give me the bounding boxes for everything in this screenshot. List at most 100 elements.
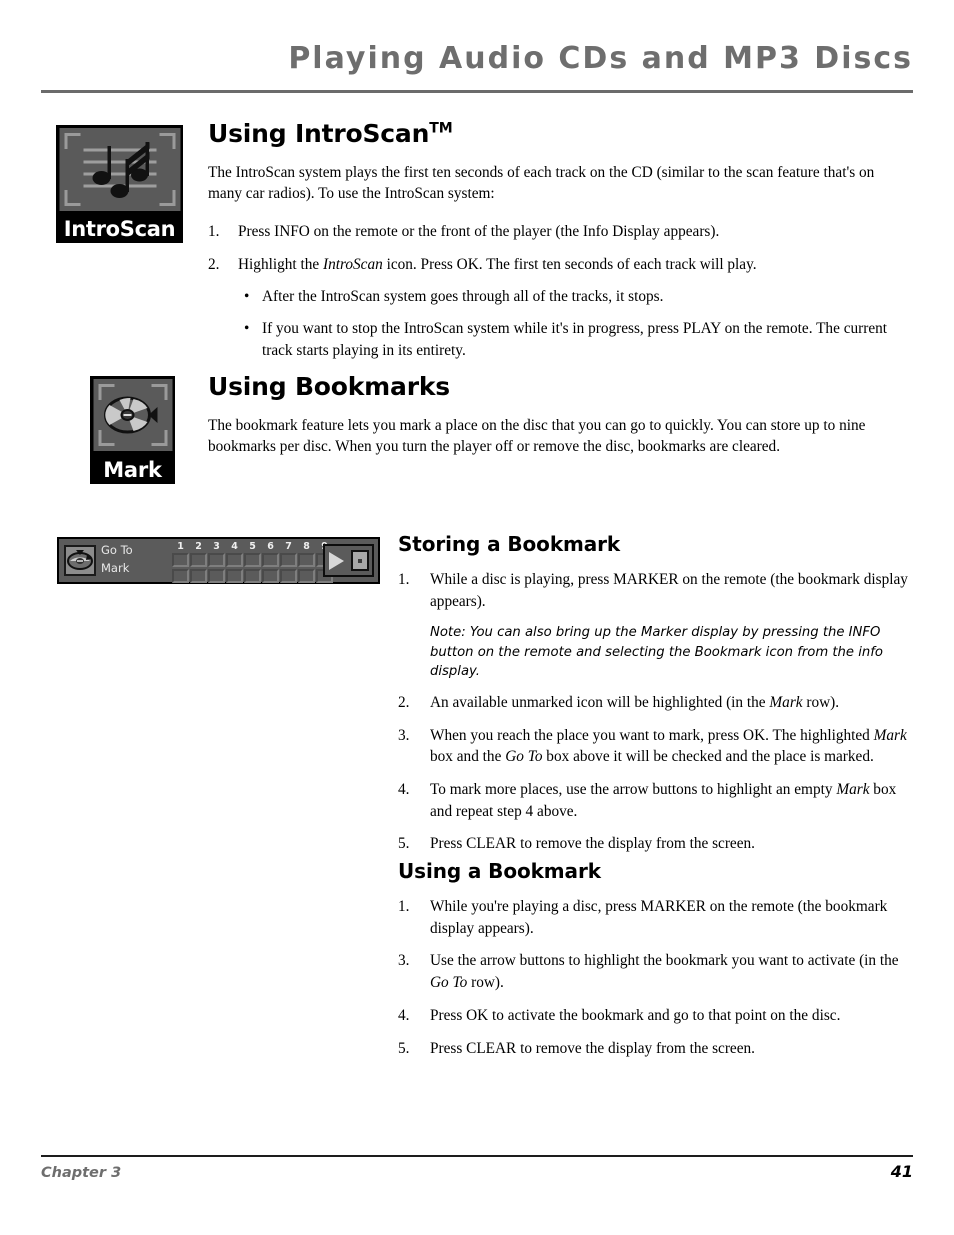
header-divider [41,90,913,93]
step-number: 1. [398,571,410,588]
osd-mark-cell[interactable] [298,569,315,583]
list-item: • If you want to stop the IntroScan syst… [244,318,908,361]
stop-icon[interactable] [350,550,369,571]
introscan-icon-figure: IntroScan [56,125,183,243]
page-header-title: Playing Audio CDs and MP3 Discs [288,41,913,76]
list-item: 4. To mark more places, use the arrow bu… [398,779,910,822]
step-text: An available unmarked icon will be highl… [430,692,910,714]
introscan-heading: Using IntroScanTM [208,120,908,148]
osd-row-labels: Go To Mark [101,542,133,578]
step-text: To mark more places, use the arrow butto… [430,779,910,822]
bullet-text: If you want to stop the IntroScan system… [262,320,888,359]
osd-mark-cell[interactable] [280,569,297,583]
step-text: While a disc is playing, press MARKER on… [430,571,908,610]
osd-goto-label: Go To [101,543,133,557]
step-number: 5. [398,1039,410,1057]
osd-number-row: 1 2 3 4 5 6 7 8 9 [172,541,334,552]
using-steps-list: 1. While you're playing a disc, press MA… [398,896,910,1059]
step-emphasis: IntroScan [322,255,383,273]
list-item: 1. While you're playing a disc, press MA… [398,896,910,939]
osd-number: 6 [267,541,274,552]
step-text-before: When you reach the place you want to mar… [430,726,874,744]
osd-goto-cell[interactable] [280,553,297,567]
footer-page-number: 41 [890,1162,913,1181]
osd-goto-cell[interactable] [298,553,315,567]
bookmark-osd-figure: Go To Mark 1 2 3 4 5 6 7 8 9 [57,537,380,584]
music-notes-icon [83,142,156,198]
osd-mark-cell[interactable] [226,569,243,583]
introscan-icon: IntroScan [56,125,183,243]
step-text-after: icon. Press OK. The first ten seconds of… [382,255,757,273]
step-number: 2. [208,255,220,273]
osd-goto-row [172,553,334,567]
introscan-icon-label: IntroScan [63,217,176,241]
mark-icon-label: Mark [103,458,162,482]
osd-mark-label: Mark [101,560,130,575]
mark-icon: Mark [90,376,175,484]
osd-disc-icon [64,545,96,576]
list-item: 1. Press INFO on the remote or the front… [208,221,908,243]
osd-number: 2 [195,541,202,552]
osd-number: 3 [213,541,220,552]
introscan-steps-list: 1. Press INFO on the remote or the front… [208,221,908,275]
step-number: 1. [398,898,410,915]
osd-goto-cell[interactable] [262,553,279,567]
step-number: 3. [398,726,410,744]
introscan-section: Using IntroScanTM The IntroScan system p… [208,120,908,362]
page-header: Playing Audio CDs and MP3 Discs [41,41,913,77]
step-number: 5. [398,835,410,853]
step-text: Press CLEAR to remove the display from t… [430,1039,755,1057]
osd-goto-cell[interactable] [226,553,243,567]
osd-bookmark-grid: 1 2 3 4 5 6 7 8 9 [172,541,334,585]
osd-goto-cell[interactable] [244,553,261,567]
disc-arrows-icon [67,550,93,570]
step-emphasis: Mark [836,781,870,799]
list-item: 2. An available unmarked icon will be hi… [398,692,910,714]
step-emphasis: Mark [769,693,803,711]
introscan-bullets-list: • After the IntroScan system goes throug… [244,286,908,361]
bullet-icon: • [244,288,250,306]
using-bookmark-section: Using a Bookmark 1. While you're playing… [398,860,910,1059]
step-text-after: row). [802,693,840,711]
introscan-heading-text: Using IntroScan [208,119,430,148]
list-item: 4. Press OK to activate the bookmark and… [398,1005,910,1027]
step-text: Highlight the IntroScan icon. Press OK. … [238,254,908,276]
footer-chapter-label: Chapter 3 [41,1165,122,1181]
disc-icon [103,396,157,434]
step-number: 3. [398,952,410,970]
trademark-symbol: TM [429,120,453,137]
step-text-mid: box and the [430,748,506,766]
step-text: Use the arrow buttons to highlight the b… [430,950,910,993]
osd-mark-cell[interactable] [208,569,225,583]
list-item: 3. Use the arrow buttons to highlight th… [398,950,910,993]
step-text: While you're playing a disc, press MARKE… [430,898,888,937]
storing-heading: Storing a Bookmark [398,532,621,556]
osd-goto-cell[interactable] [172,553,189,567]
step-text: Press INFO on the remote or the front of… [238,222,720,240]
step-number: 1. [208,222,220,240]
osd-mark-row [172,569,334,583]
storing-bookmark-section: Storing a Bookmark 1. While a disc is pl… [398,533,910,855]
step-text-before: Use the arrow buttons to highlight the b… [430,952,899,970]
step-text: Press OK to activate the bookmark and go… [430,1006,841,1024]
osd-goto-cell[interactable] [208,553,225,567]
osd-transport-group [323,544,374,577]
footer-divider [41,1155,913,1157]
step-number: 4. [398,1006,410,1024]
bookmarks-paragraph: The bookmark feature lets you mark a pla… [208,416,866,456]
osd-mark-cell[interactable] [172,569,189,583]
introscan-intro-paragraph: The IntroScan system plays the first ten… [208,163,875,203]
osd-mark-cell[interactable] [244,569,261,583]
list-item: 5. Press CLEAR to remove the display fro… [398,833,910,855]
osd-mark-cell[interactable] [262,569,279,583]
osd-number: 8 [303,541,310,552]
step-text-before: An available unmarked icon will be highl… [430,693,770,711]
list-item: 1. While a disc is playing, press MARKER… [398,569,910,612]
osd-goto-cell[interactable] [190,553,207,567]
bullet-text: After the IntroScan system goes through … [262,288,664,306]
osd-mark-cell[interactable] [190,569,207,583]
bookmarks-section: Using Bookmarks The bookmark feature let… [208,373,908,458]
step-number: 2. [398,693,410,711]
using-heading: Using a Bookmark [398,859,601,883]
play-icon[interactable] [328,551,344,570]
